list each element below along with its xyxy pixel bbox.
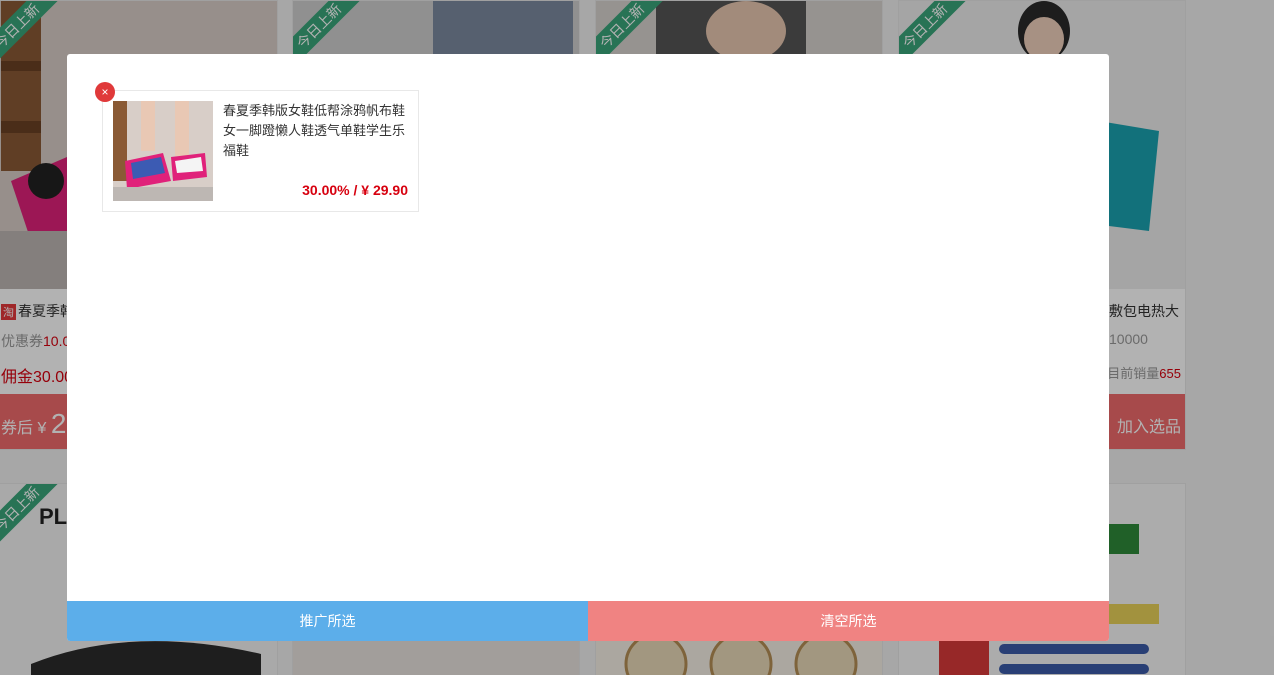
promote-selected-button[interactable]: 推广所选 [67, 601, 588, 641]
dialog-footer: 推广所选 清空所选 [67, 601, 1109, 641]
selected-product-price: 30.00% / ¥ 29.90 [302, 182, 408, 198]
clear-selected-button[interactable]: 清空所选 [588, 601, 1109, 641]
remove-item-button[interactable]: × [95, 82, 115, 102]
selected-product-item[interactable]: 春夏季韩版女鞋低帮涂鸦帆布鞋女一脚蹬懒人鞋透气单鞋学生乐福鞋 30.00% / … [102, 90, 419, 212]
product-thumbnail [113, 101, 213, 201]
selected-products-dialog: 春夏季韩版女鞋低帮涂鸦帆布鞋女一脚蹬懒人鞋透气单鞋学生乐福鞋 30.00% / … [67, 54, 1109, 641]
selected-product-name: 春夏季韩版女鞋低帮涂鸦帆布鞋女一脚蹬懒人鞋透气单鞋学生乐福鞋 [223, 103, 406, 158]
